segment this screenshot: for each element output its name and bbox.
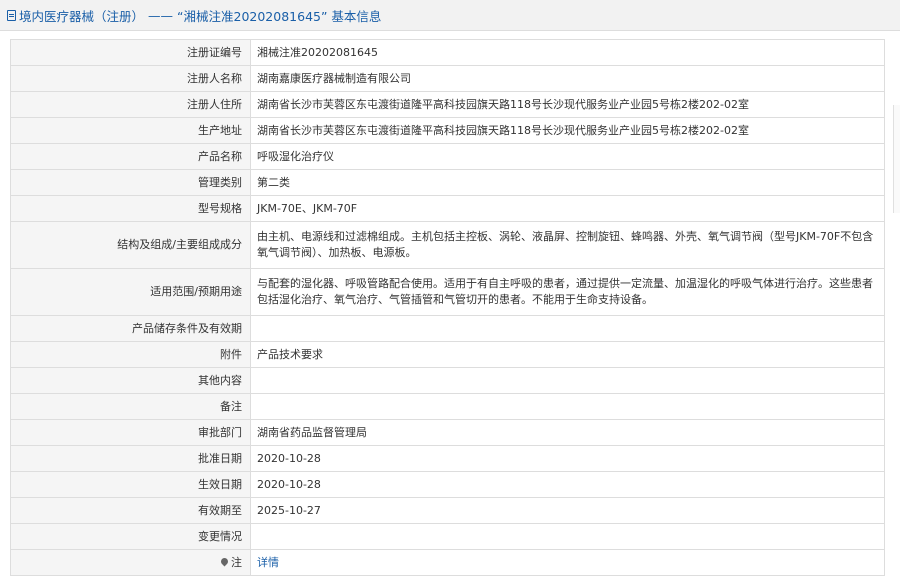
note-label-cell: 注 [10, 549, 251, 576]
table-row: 有效期至 2025-10-27 [10, 497, 885, 524]
row-value: 湖南嘉康医疗器械制造有限公司 [250, 65, 885, 92]
note-value-cell: 详情 [250, 549, 885, 576]
table-row: 其他内容 [10, 367, 885, 394]
row-label: 适用范围/预期用途 [10, 268, 251, 316]
registration-info-table: 注册证编号 湘械注准20202081645 注册人名称 湖南嘉康医疗器械制造有限… [10, 39, 885, 576]
row-label: 批准日期 [10, 445, 251, 472]
page-header: 境内医疗器械（注册） —— “湘械注准20202081645” 基本信息 [0, 0, 900, 31]
row-label: 有效期至 [10, 497, 251, 524]
table-row: 生产地址 湖南省长沙市芙蓉区东屯渡街道隆平高科技园旗天路118号长沙现代服务业产… [10, 117, 885, 144]
header-separator: —— [148, 7, 174, 23]
header-title: “湘械注准20202081645” 基本信息 [177, 8, 382, 24]
row-label: 变更情况 [10, 523, 251, 550]
row-label: 生产地址 [10, 117, 251, 144]
side-toolbar[interactable] [893, 105, 900, 213]
row-label: 结构及组成/主要组成成分 [10, 221, 251, 269]
table-row: 结构及组成/主要组成成分 由主机、电源线和过滤棉组成。主机包括主控板、涡轮、液晶… [10, 221, 885, 269]
row-label: 备注 [10, 393, 251, 420]
row-value [250, 367, 885, 394]
row-value: JKM-70E、JKM-70F [250, 195, 885, 222]
table-row: 备注 [10, 393, 885, 420]
pin-icon [219, 556, 230, 566]
row-value: 与配套的湿化器、呼吸管路配合使用。适用于有自主呼吸的患者，通过提供一定流量、加温… [250, 268, 885, 316]
row-label: 产品名称 [10, 143, 251, 170]
header-prefix: 境内医疗器械（注册） [19, 8, 145, 24]
row-value: 产品技术要求 [250, 341, 885, 368]
row-value [250, 523, 885, 550]
row-value [250, 315, 885, 342]
row-value: 呼吸湿化治疗仪 [250, 143, 885, 170]
table-row: 审批部门 湖南省药品监督管理局 [10, 419, 885, 446]
row-value: 第二类 [250, 169, 885, 196]
note-label: 注 [231, 555, 242, 569]
table-row: 产品名称 呼吸湿化治疗仪 [10, 143, 885, 170]
table-row: 批准日期 2020-10-28 [10, 445, 885, 472]
row-label: 注册人名称 [10, 65, 251, 92]
row-label: 审批部门 [10, 419, 251, 446]
table-row: 注册人住所 湖南省长沙市芙蓉区东屯渡街道隆平高科技园旗天路118号长沙现代服务业… [10, 91, 885, 118]
row-value [250, 393, 885, 420]
row-value: 湖南省药品监督管理局 [250, 419, 885, 446]
row-value: 2020-10-28 [250, 471, 885, 498]
document-icon [7, 9, 16, 21]
row-label: 生效日期 [10, 471, 251, 498]
row-label: 产品储存条件及有效期 [10, 315, 251, 342]
row-value: 2025-10-27 [250, 497, 885, 524]
table-row: 注册人名称 湖南嘉康医疗器械制造有限公司 [10, 65, 885, 92]
row-value: 湘械注准20202081645 [250, 39, 885, 66]
row-label: 型号规格 [10, 195, 251, 222]
table-row: 产品储存条件及有效期 [10, 315, 885, 342]
table-row: 变更情况 [10, 523, 885, 550]
note-row: 注 详情 [10, 549, 885, 576]
row-value: 湖南省长沙市芙蓉区东屯渡街道隆平高科技园旗天路118号长沙现代服务业产业园5号栋… [250, 91, 885, 118]
table-row: 适用范围/预期用途 与配套的湿化器、呼吸管路配合使用。适用于有自主呼吸的患者，通… [10, 268, 885, 316]
row-value: 湖南省长沙市芙蓉区东屯渡街道隆平高科技园旗天路118号长沙现代服务业产业园5号栋… [250, 117, 885, 144]
table-row: 注册证编号 湘械注准20202081645 [10, 39, 885, 66]
row-label: 附件 [10, 341, 251, 368]
row-label: 管理类别 [10, 169, 251, 196]
detail-link[interactable]: 详情 [257, 556, 279, 569]
row-value: 2020-10-28 [250, 445, 885, 472]
table-row: 管理类别 第二类 [10, 169, 885, 196]
row-label: 注册人住所 [10, 91, 251, 118]
table-row: 生效日期 2020-10-28 [10, 471, 885, 498]
row-label: 其他内容 [10, 367, 251, 394]
row-value: 由主机、电源线和过滤棉组成。主机包括主控板、涡轮、液晶屏、控制旋钮、蜂鸣器、外壳… [250, 221, 885, 269]
row-label: 注册证编号 [10, 39, 251, 66]
table-row: 附件 产品技术要求 [10, 341, 885, 368]
table-row: 型号规格 JKM-70E、JKM-70F [10, 195, 885, 222]
